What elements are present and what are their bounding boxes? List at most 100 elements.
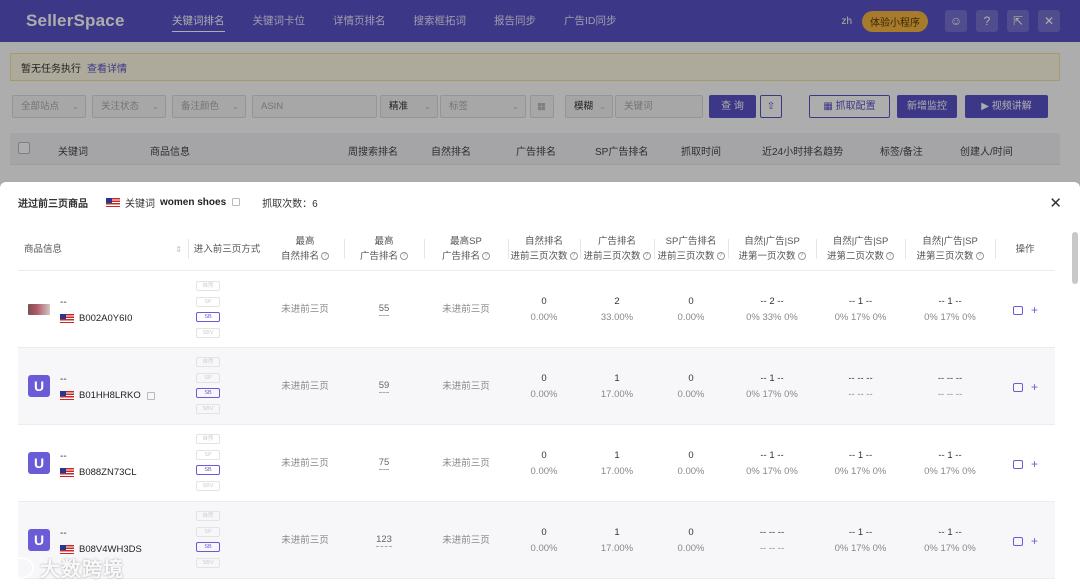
table-cell: 未进前三页 <box>266 271 344 348</box>
table-cell: 0 0.00% <box>654 271 728 348</box>
add-icon[interactable]: + <box>1031 380 1038 394</box>
chart-icon[interactable] <box>1013 536 1023 546</box>
asin-text[interactable]: B01HH8LRKO <box>79 390 141 401</box>
table-body: -- B002A0Y6I0 自然 SP SB SBV 未进前三页 55 未进前三页 0 0.00% 2… <box>18 271 1055 579</box>
table-row: U -- B08V4WH3DS 自然 SP SB SBV 未进前三页 123 未进前三页 0 0.00… <box>18 502 1055 579</box>
table-row: U -- B088ZN73CL 自然 SP SB SBV 未进前三页 75 未进前三页 0 0.00%… <box>18 425 1055 502</box>
product-logo-icon[interactable]: U <box>28 452 50 474</box>
header-best-natural-line1: 最高 <box>295 236 315 247</box>
help-circle-icon[interactable]: ? <box>886 252 894 261</box>
external-link-icon[interactable] <box>146 391 155 400</box>
best-ad-rank[interactable]: 123 <box>376 534 392 547</box>
table-cell: -- 1 -- 0% 17% 0% <box>905 425 995 502</box>
add-icon[interactable]: + <box>1031 303 1038 317</box>
help-circle-icon[interactable]: ? <box>975 252 984 261</box>
page1-counts: -- 1 -- <box>760 372 784 384</box>
add-icon[interactable]: + <box>1031 534 1038 548</box>
header-product[interactable]: 商品信息 ⇕ <box>18 227 188 271</box>
sp-top3-percent: 0.00% <box>677 388 705 400</box>
page2-counts: -- 1 -- <box>848 449 873 461</box>
best-sp-rank: 未进前三页 <box>442 534 490 546</box>
page1-counts: -- -- -- <box>759 526 785 538</box>
table-cell: 未进前三页 <box>424 502 508 579</box>
capture-count-value: 6 <box>312 198 318 210</box>
us-flag-icon <box>106 197 120 207</box>
table-cell: -- 2 -- 0% 33% 0% <box>728 271 816 348</box>
page3-counts: -- 1 -- <box>938 295 962 307</box>
sort-icon[interactable]: ⇕ <box>175 242 182 257</box>
table-cell: -- 1 -- 0% 17% 0% <box>816 271 905 348</box>
help-circle-icon[interactable]: ? <box>569 252 578 261</box>
page2-counts: -- 1 -- <box>848 526 873 538</box>
help-circle-icon[interactable]: ? <box>321 252 329 261</box>
add-icon[interactable]: + <box>1031 457 1038 471</box>
table-cell: 未进前三页 <box>424 271 508 348</box>
ad-top3-count: 1 <box>614 449 620 461</box>
table-cell: 0 0.00% <box>508 348 580 425</box>
sp-top3-count: 0 <box>688 372 694 384</box>
modal-scrollbar[interactable] <box>1072 232 1078 284</box>
help-circle-icon[interactable]: ? <box>797 252 806 261</box>
header-best-sp: 最高SP 广告排名? <box>424 227 508 271</box>
close-icon[interactable]: ✕ <box>1049 194 1062 212</box>
product-image[interactable] <box>28 304 50 315</box>
header-page3-line2: 进第三页次数 <box>916 251 974 262</box>
table-cell: -- 1 -- 0% 17% 0% <box>816 502 905 579</box>
table-cell: 123 <box>344 502 424 579</box>
page1-percents: 0% 17% 0% <box>746 388 798 400</box>
way-tag: SP <box>196 372 220 383</box>
table-cell: 未进前三页 <box>424 348 508 425</box>
product-logo-icon[interactable]: U <box>28 375 50 397</box>
chart-icon[interactable] <box>1013 382 1023 392</box>
table-cell: 2 33.00% <box>580 271 654 348</box>
top3-products-modal: 进过前三页商品 关键词 women shoes 抓取次数：6 ✕ 商品信息 ⇕ 进… <box>0 182 1080 586</box>
chart-icon[interactable] <box>1013 459 1023 469</box>
help-circle-icon[interactable]: ? <box>400 252 408 261</box>
table-cell: 75 <box>344 425 424 502</box>
watermark: 大数跨境 <box>8 553 124 582</box>
header-page2-line1: 自然|广告|SP <box>832 236 889 247</box>
table-cell: 0 0.00% <box>508 502 580 579</box>
header-ad-top3: 广告排名 进前三页次数? <box>580 227 654 271</box>
chart-icon[interactable] <box>1013 305 1023 315</box>
product-name: -- <box>60 297 67 308</box>
best-ad-rank[interactable]: 59 <box>378 380 390 393</box>
best-ad-rank[interactable]: 75 <box>378 457 390 470</box>
natural-top3-count: 0 <box>541 372 547 384</box>
sp-top3-percent: 0.00% <box>677 542 705 554</box>
header-page3-line1: 自然|广告|SP <box>922 236 978 247</box>
header-page3: 自然|广告|SP 进第三页次数? <box>905 227 995 271</box>
page3-counts: -- -- -- <box>937 372 963 384</box>
product-name: -- <box>60 528 67 539</box>
table-cell: 1 17.00% <box>580 348 654 425</box>
page2-counts: -- 1 -- <box>848 295 873 307</box>
us-flag-icon <box>60 314 74 323</box>
table-cell: -- 1 -- 0% 17% 0% <box>816 425 905 502</box>
table-cell: 未进前三页 <box>266 502 344 579</box>
entry-way-tags: 自然 SP SB SBV <box>196 281 220 343</box>
watermark-text: 大数跨境 <box>40 559 124 581</box>
best-natural-rank: 未进前三页 <box>281 457 329 469</box>
entry-way-tags: 自然 SP SB SBV <box>196 357 220 419</box>
header-page1-line2: 进第一页次数 <box>738 251 796 262</box>
product-logo-icon[interactable]: U <box>28 529 50 551</box>
external-link-icon[interactable] <box>232 198 241 206</box>
sp-top3-count: 0 <box>688 295 694 307</box>
natural-top3-percent: 0.00% <box>530 311 558 323</box>
table-row: -- B002A0Y6I0 自然 SP SB SBV 未进前三页 55 未进前三页 0 0.00% 2… <box>18 271 1055 348</box>
best-sp-rank: 未进前三页 <box>442 457 490 469</box>
asin-text[interactable]: B002A0Y6I0 <box>79 313 132 324</box>
table-cell: 未进前三页 <box>266 348 344 425</box>
header-ad-top3-line1: 广告排名 <box>597 236 636 247</box>
ad-top3-percent: 33.00% <box>600 311 634 323</box>
help-circle-icon[interactable]: ? <box>482 252 490 261</box>
natural-top3-percent: 0.00% <box>530 465 558 477</box>
asin-text[interactable]: B088ZN73CL <box>79 467 137 478</box>
keyword-label: 关键词 <box>125 198 155 210</box>
page1-percents: 0% 33% 0% <box>746 311 798 323</box>
table-cell: 0 0.00% <box>508 425 580 502</box>
best-ad-rank[interactable]: 55 <box>378 303 390 316</box>
page2-percents: 0% 17% 0% <box>834 311 887 323</box>
help-circle-icon[interactable]: ? <box>716 252 725 261</box>
help-circle-icon[interactable]: ? <box>642 252 651 261</box>
